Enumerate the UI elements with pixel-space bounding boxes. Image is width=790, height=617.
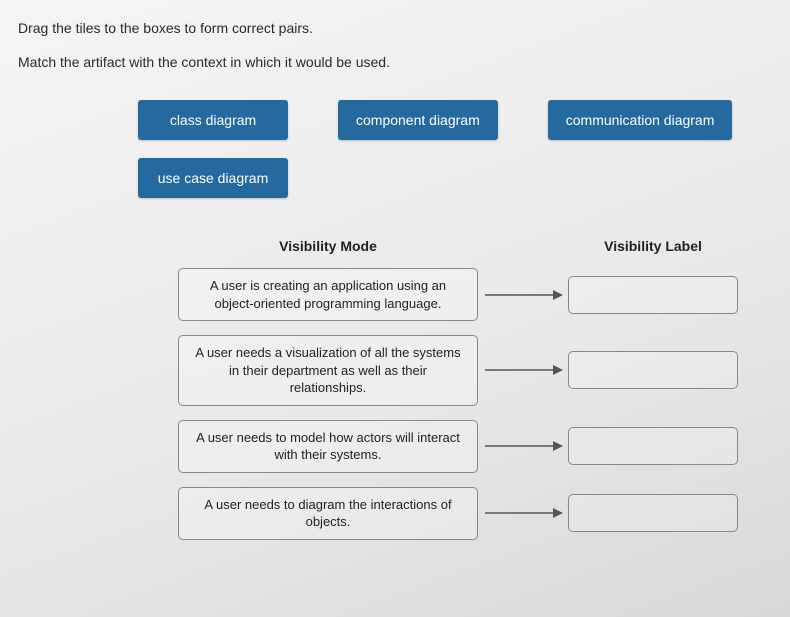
- context-box: A user needs to model how actors will in…: [178, 420, 478, 473]
- tile-class-diagram[interactable]: class diagram: [138, 100, 288, 140]
- context-box: A user needs to diagram the interactions…: [178, 487, 478, 540]
- header-visibility-label: Visibility Label: [568, 238, 738, 254]
- tile-row: class diagram component diagram communic…: [138, 100, 772, 140]
- match-row: A user needs to model how actors will in…: [178, 420, 762, 473]
- drop-target[interactable]: [568, 351, 738, 389]
- header-visibility-mode: Visibility Mode: [178, 238, 478, 254]
- arrow-icon: [478, 436, 568, 456]
- instruction-secondary: Match the artifact with the context in w…: [18, 54, 772, 70]
- tile-row: use case diagram: [138, 158, 772, 198]
- context-box: A user needs a visualization of all the …: [178, 335, 478, 406]
- tiles-container: class diagram component diagram communic…: [18, 100, 772, 198]
- match-row: A user needs to diagram the interactions…: [178, 487, 762, 540]
- instruction-primary: Drag the tiles to the boxes to form corr…: [18, 20, 772, 36]
- drop-target[interactable]: [568, 427, 738, 465]
- header-spacer: [478, 238, 568, 254]
- arrow-icon: [478, 503, 568, 523]
- arrow-icon: [478, 285, 568, 305]
- match-row: A user needs a visualization of all the …: [178, 335, 762, 406]
- drop-target[interactable]: [568, 494, 738, 532]
- matching-area: Visibility Mode Visibility Label A user …: [18, 238, 772, 540]
- tile-component-diagram[interactable]: component diagram: [338, 100, 498, 140]
- tile-communication-diagram[interactable]: communication diagram: [548, 100, 733, 140]
- drop-target[interactable]: [568, 276, 738, 314]
- arrow-icon: [478, 360, 568, 380]
- column-headers: Visibility Mode Visibility Label: [178, 238, 762, 254]
- match-row: A user is creating an application using …: [178, 268, 762, 321]
- tile-use-case-diagram[interactable]: use case diagram: [138, 158, 288, 198]
- context-box: A user is creating an application using …: [178, 268, 478, 321]
